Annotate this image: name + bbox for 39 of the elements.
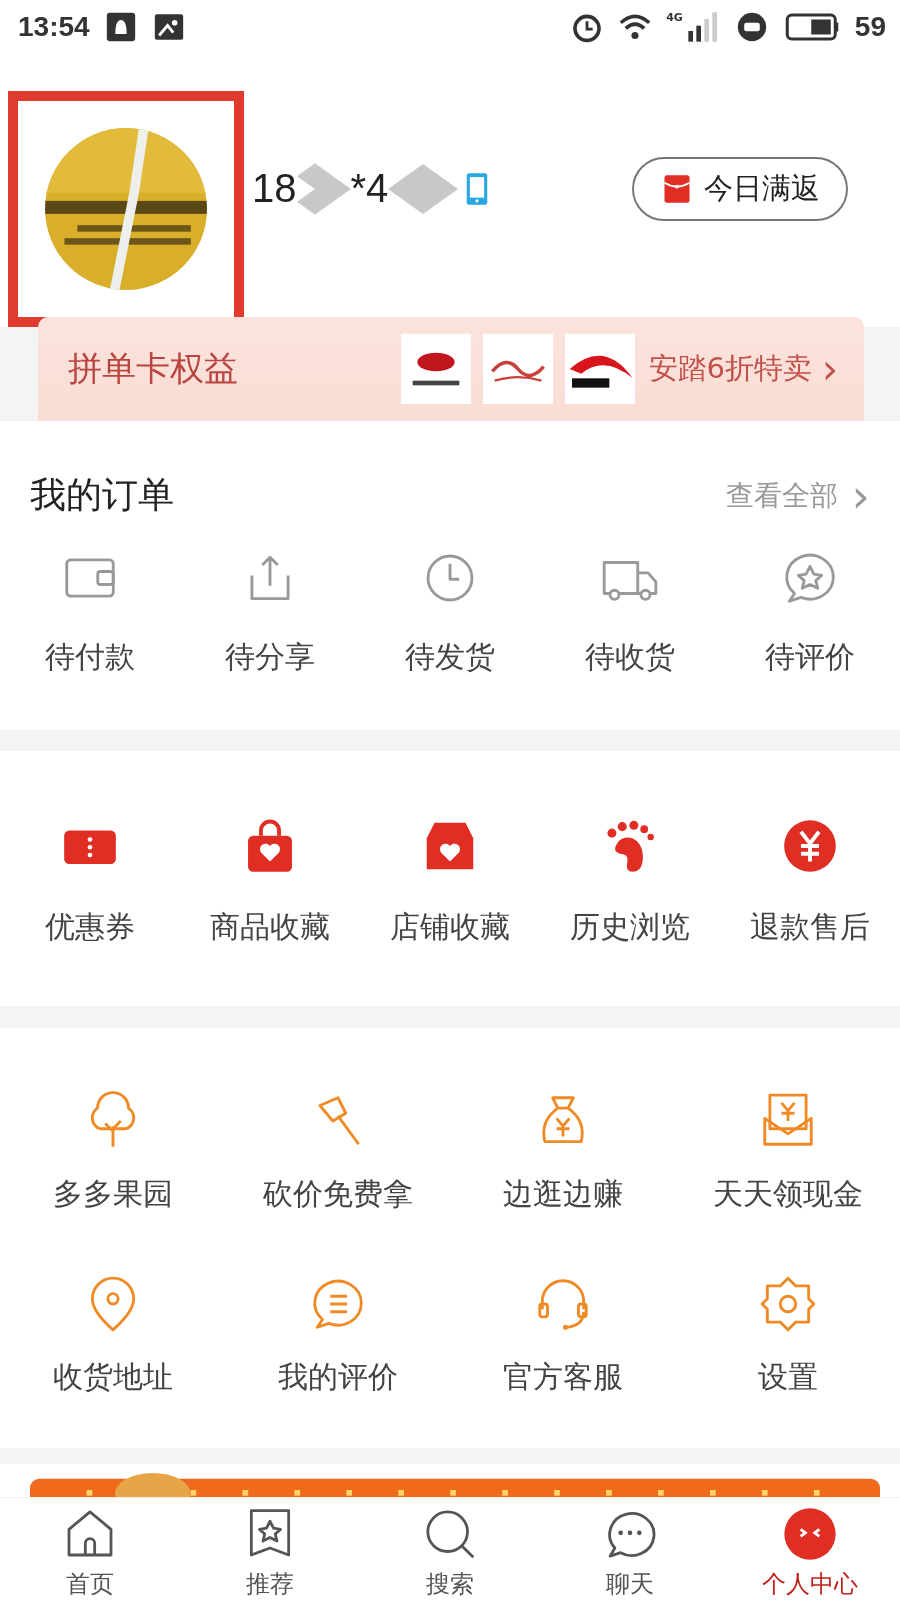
service-button[interactable]: 天天领现金 [675,1083,900,1215]
mosaic-mask [388,163,459,214]
shortcut-button[interactable]: 优惠券 [0,809,180,949]
shortcut-button[interactable]: 店铺收藏 [360,809,540,949]
tab-button[interactable]: 推荐 [180,1506,360,1600]
envelope-icon [662,173,692,204]
order-status-button[interactable]: 待收货 [540,540,720,678]
service-button[interactable]: 收货地址 [0,1266,225,1398]
tab-button[interactable]: 个人中心 [720,1506,900,1600]
order-status-button[interactable]: 待付款 [0,540,180,678]
face-icon [782,1506,838,1562]
tab-button[interactable]: 聊天 [540,1506,720,1600]
chevron-icon: › [822,348,838,389]
order-status-button[interactable]: 待发货 [360,540,540,678]
shortcut-button[interactable]: 商品收藏 [180,809,360,949]
section-title: 我的订单 [30,473,175,518]
phone-number: 18 [252,166,297,212]
promo-button[interactable]: 今日满返 [632,156,848,221]
shortcut-button[interactable]: 历史浏览 [540,809,720,949]
service-button[interactable]: 我的评价 [225,1266,450,1398]
service-button[interactable]: 设置 [675,1266,900,1398]
service-button[interactable]: 多多果园 [0,1083,225,1215]
order-status-button[interactable]: 待分享 [180,540,360,678]
phone-number: *4 [350,166,389,212]
shortcut-button[interactable]: 退款售后 [720,809,900,949]
service-button[interactable]: 砍价免费拿 [225,1083,450,1215]
order-status-button[interactable]: 待评价 [720,540,900,678]
tab-button[interactable]: 搜索 [360,1506,540,1600]
service-button[interactable]: 边逛边赚 [450,1083,675,1215]
clock-time: 13:54 [18,11,90,44]
banner-title: 拼单卡权益 [68,346,239,390]
tab-button[interactable]: 首页 [0,1506,180,1600]
promo-link[interactable]: 安踏6折特卖 [648,348,812,389]
card-banner[interactable]: 拼单卡权益 安踏6折特卖 › [38,316,864,421]
chevron-icon: › [851,472,870,519]
service-button[interactable]: 官方客服 [450,1266,675,1398]
network-type: 4G [666,11,683,25]
battery-level: 59 [854,11,886,44]
mosaic-mask [296,162,351,215]
